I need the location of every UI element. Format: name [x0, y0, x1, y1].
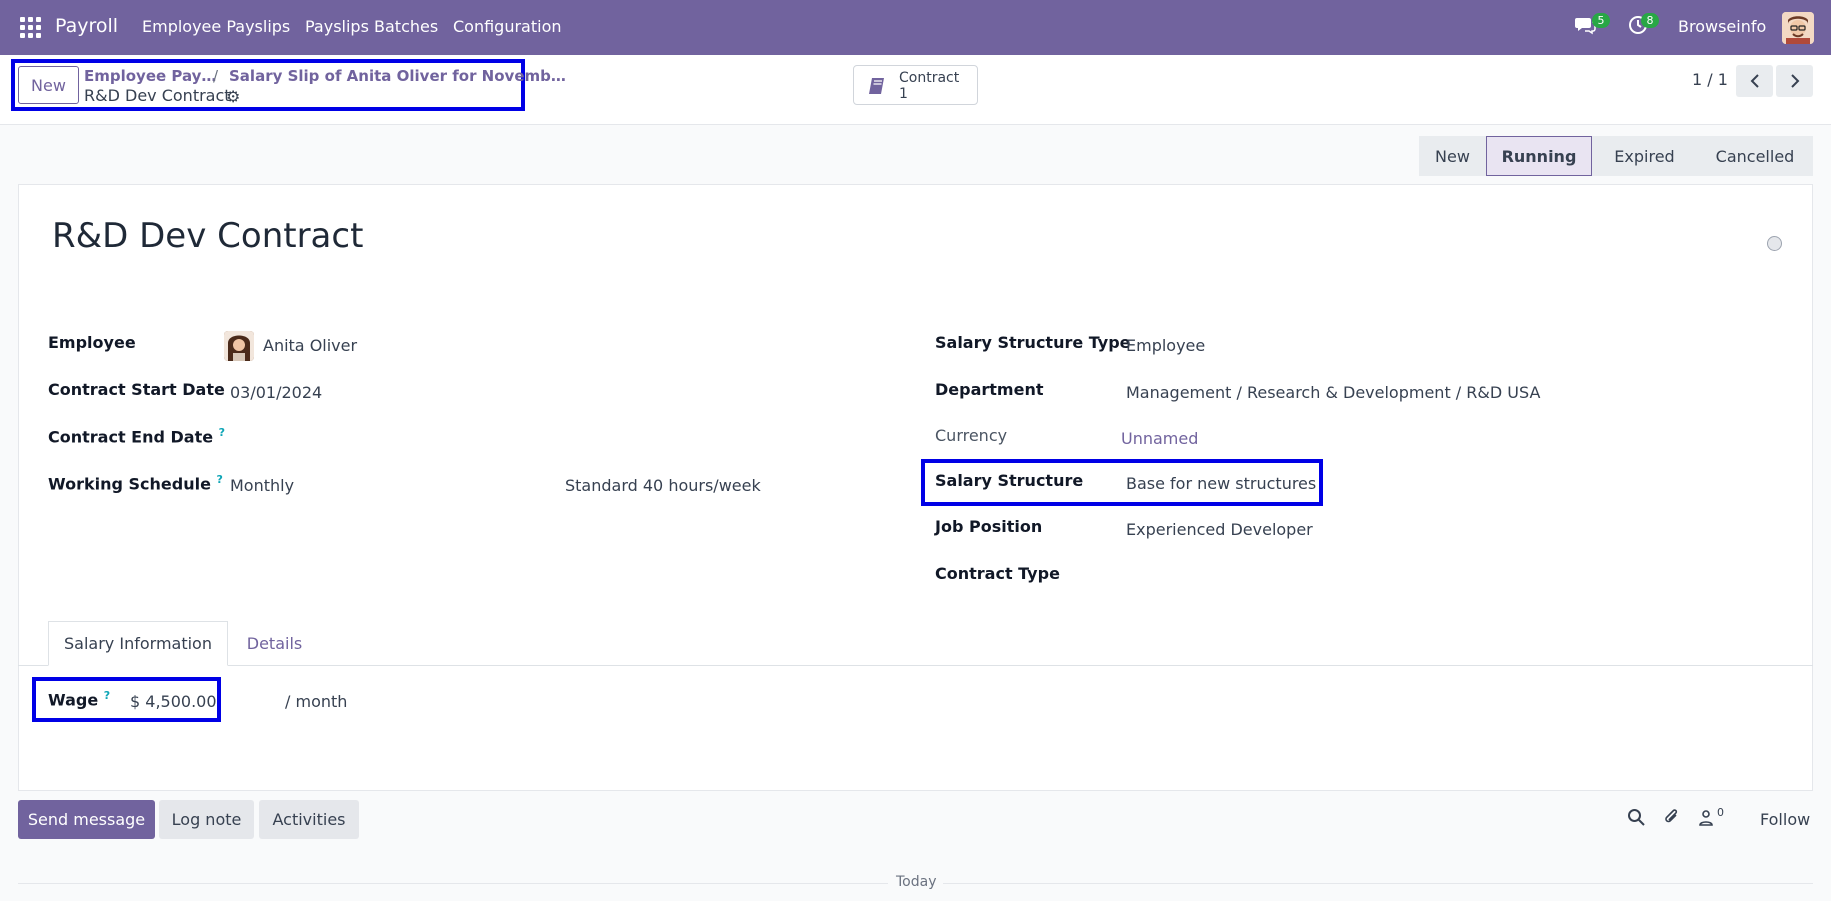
activities-button[interactable]: Activities — [259, 800, 359, 839]
salary-structure-type-value[interactable]: Employee — [1126, 336, 1205, 355]
salary-structure-type-label: Salary Structure Type — [935, 333, 1131, 352]
chevron-right-icon — [1790, 74, 1799, 88]
salary-structure-label: Salary Structure — [935, 471, 1084, 490]
search-icon[interactable] — [1627, 808, 1645, 831]
contract-smart-label: Contract — [899, 70, 960, 86]
status-running[interactable]: Running — [1486, 136, 1592, 176]
date-divider-left — [18, 883, 888, 884]
send-message-button[interactable]: Send message — [18, 800, 155, 839]
kanban-state-indicator[interactable] — [1767, 236, 1782, 251]
wage-label: Wage ? — [48, 689, 111, 710]
tab-salary-information[interactable]: Salary Information — [48, 621, 228, 666]
status-new[interactable]: New — [1419, 136, 1486, 176]
followers-count: 0 — [1717, 806, 1724, 819]
currency-value[interactable]: Unnamed — [1121, 429, 1198, 448]
department-label: Department — [935, 380, 1044, 399]
employee-value[interactable]: Anita Oliver — [263, 336, 357, 355]
breadcrumb-current-record: R&D Dev Contract — [84, 86, 231, 105]
employee-avatar — [224, 331, 254, 361]
activities-badge: 8 — [1641, 13, 1659, 28]
menu-employee-payslips[interactable]: Employee Payslips — [142, 17, 290, 36]
followers-icon[interactable] — [1697, 808, 1715, 831]
job-position-value[interactable]: Experienced Developer — [1126, 520, 1313, 539]
breadcrumb-separator: / — [213, 67, 219, 85]
follow-button[interactable]: Follow — [1760, 810, 1810, 829]
help-icon[interactable]: ? — [217, 473, 223, 486]
pager-value[interactable]: 1 / 1 — [1692, 70, 1728, 89]
working-schedule-label: Working Schedule ? — [48, 473, 223, 494]
date-separator-today: Today — [896, 874, 937, 890]
apps-menu-icon[interactable] — [20, 17, 41, 38]
date-divider-right — [943, 883, 1813, 884]
currency-label: Currency — [935, 426, 1008, 445]
wage-period: / month — [285, 692, 348, 711]
contract-end-date-label: Contract End Date ? — [48, 426, 226, 447]
help-icon[interactable]: ? — [219, 426, 225, 439]
paperclip-icon[interactable] — [1663, 808, 1681, 831]
top-navbar: Payroll Employee Payslips Payslips Batch… — [0, 0, 1831, 55]
user-name[interactable]: Browseinfo — [1678, 17, 1766, 36]
help-icon[interactable]: ? — [104, 689, 110, 702]
contract-type-label: Contract Type — [935, 564, 1060, 583]
breadcrumb-employee-payslips[interactable]: Employee Pay… — [84, 67, 216, 85]
app-title[interactable]: Payroll — [55, 15, 118, 37]
messages-badge: 5 — [1592, 13, 1610, 28]
gear-icon[interactable]: ⚙ — [226, 87, 240, 106]
contract-title[interactable]: R&D Dev Contract — [52, 216, 363, 256]
contract-smart-count: 1 — [899, 86, 908, 102]
wage-value[interactable]: $ 4,500.00 — [130, 692, 217, 711]
working-schedule-value[interactable]: Monthly — [230, 476, 294, 495]
book-icon — [867, 75, 889, 102]
new-button[interactable]: New — [18, 66, 79, 104]
contract-start-date-value[interactable]: 03/01/2024 — [230, 383, 322, 402]
breadcrumb-salary-slip[interactable]: Salary Slip of Anita Oliver for Novemb… — [229, 67, 566, 85]
contract-smart-button[interactable]: Contract 1 — [853, 65, 978, 105]
pager-next-button[interactable] — [1776, 65, 1813, 97]
menu-payslips-batches[interactable]: Payslips Batches — [305, 17, 438, 36]
salary-structure-value[interactable]: Base for new structures — [1126, 474, 1316, 493]
tab-details[interactable]: Details — [228, 621, 321, 666]
employee-label: Employee — [48, 333, 136, 352]
chevron-left-icon — [1750, 74, 1759, 88]
pager-previous-button[interactable] — [1736, 65, 1773, 97]
status-expired[interactable]: Expired — [1592, 136, 1697, 176]
working-schedule-hours[interactable]: Standard 40 hours/week — [565, 476, 761, 495]
status-cancelled[interactable]: Cancelled — [1697, 136, 1813, 176]
job-position-label: Job Position — [935, 517, 1043, 536]
contract-start-date-label: Contract Start Date — [48, 380, 225, 399]
menu-configuration[interactable]: Configuration — [453, 17, 562, 36]
department-value[interactable]: Management / Research & Development / R&… — [1126, 383, 1540, 402]
user-avatar[interactable] — [1782, 12, 1814, 44]
log-note-button[interactable]: Log note — [159, 800, 254, 839]
